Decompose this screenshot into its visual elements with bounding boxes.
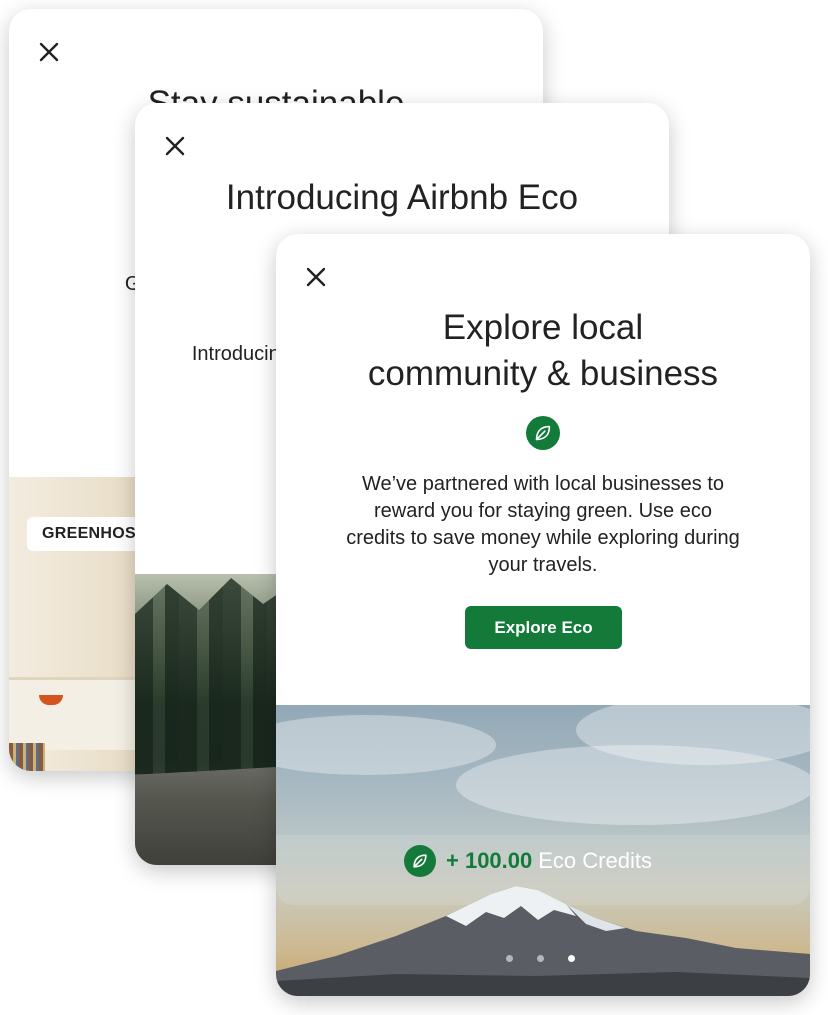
card-title: Explore local community & business — [276, 305, 810, 397]
card-title-line1: Explore local — [442, 308, 644, 347]
leaf-icon — [526, 416, 560, 450]
explore-eco-button[interactable]: Explore Eco — [465, 606, 622, 649]
close-icon[interactable] — [163, 134, 187, 158]
pagination-dot[interactable] — [506, 955, 513, 962]
card-title-line2: community & business — [367, 354, 719, 393]
close-icon[interactable] — [37, 40, 61, 64]
onboarding-card-explore-local: Explore local community & business We’ve… — [276, 234, 810, 996]
mountain-silhouette — [276, 886, 810, 996]
eco-credits-badge: + 100.00 Eco Credits — [404, 845, 652, 877]
pagination-dots — [506, 955, 575, 962]
card-title: Introducing Airbnb Eco — [225, 178, 579, 217]
close-icon[interactable] — [304, 265, 328, 289]
credits-label: Eco Credits — [538, 848, 652, 873]
pagination-dot[interactable] — [537, 955, 544, 962]
credits-amount: + 100.00 — [446, 848, 533, 873]
mountain-photo: + 100.00 Eco Credits — [276, 705, 810, 996]
card-description: We’ve partnered with local businesses to… — [346, 473, 740, 576]
pagination-dot-active[interactable] — [568, 955, 575, 962]
leaf-icon — [404, 845, 436, 877]
